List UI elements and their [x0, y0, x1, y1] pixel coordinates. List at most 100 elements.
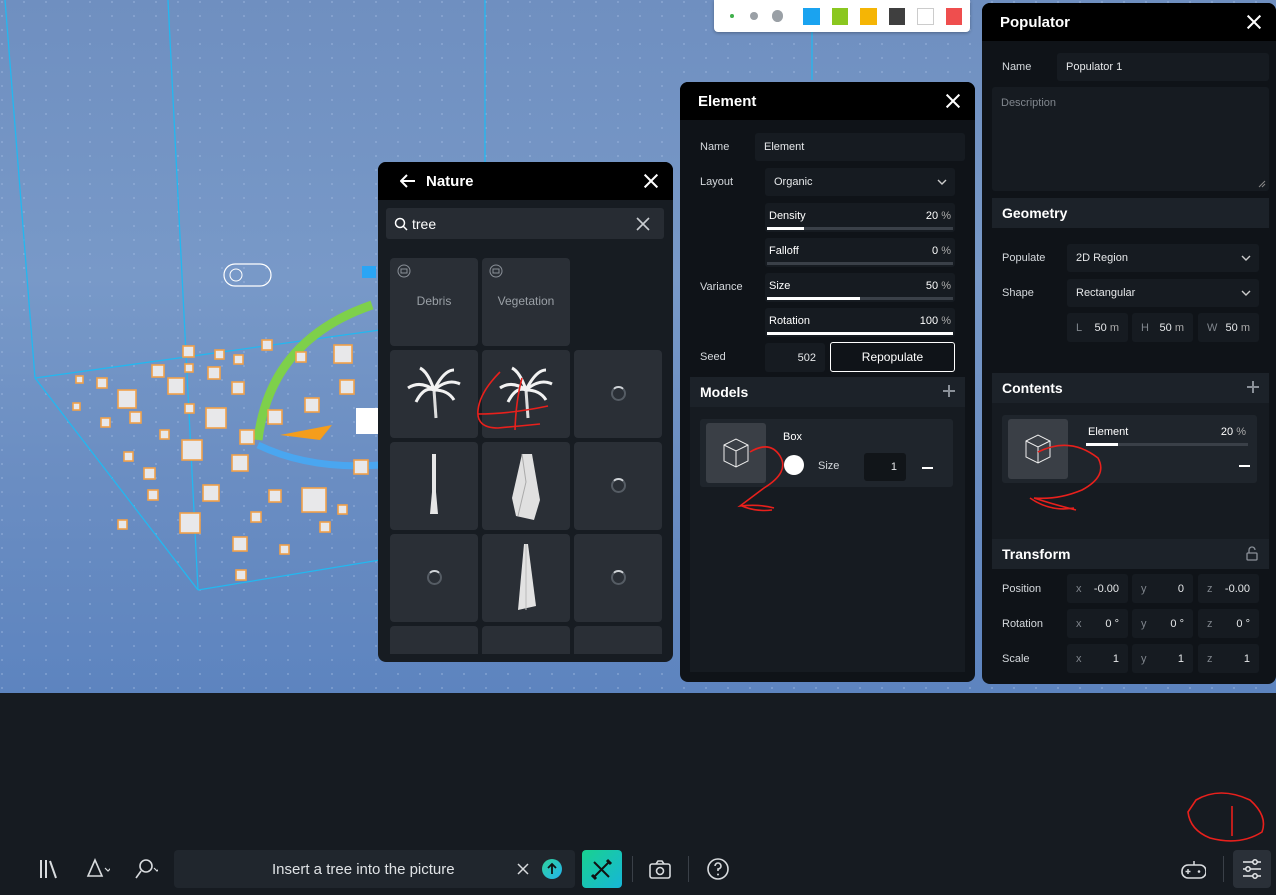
asset-tile-loading[interactable]	[574, 534, 662, 622]
brush-size-small[interactable]	[730, 14, 734, 18]
magic-wand-icon	[590, 858, 613, 881]
clear-search-icon[interactable]	[636, 217, 650, 231]
contents-section-header: Contents	[992, 373, 1269, 403]
content-percentage-slider[interactable]: Element 20 %	[1084, 419, 1250, 448]
close-icon[interactable]	[943, 91, 963, 111]
swatch-red[interactable]	[945, 7, 962, 25]
loading-spinner-icon	[611, 570, 626, 585]
asset-tile[interactable]	[574, 626, 662, 654]
prompt-text[interactable]: Insert a tree into the picture	[272, 861, 455, 878]
add-model-icon[interactable]	[943, 385, 955, 397]
rotation-z-field[interactable]: z0 °	[1198, 609, 1259, 638]
density-fill	[767, 227, 805, 230]
close-icon[interactable]	[1244, 12, 1264, 32]
rotation-x-field[interactable]: x0 °	[1067, 609, 1128, 638]
search-input[interactable]: tree	[412, 216, 436, 232]
folder-tile-debris[interactable]: Debris	[390, 258, 478, 346]
remove-content-icon[interactable]	[1239, 465, 1250, 467]
populator-panel: Populator Name Populator 1 Description G…	[982, 3, 1276, 684]
position-z-field[interactable]: z -0.00	[1198, 574, 1259, 603]
position-label: Position	[1002, 583, 1042, 595]
tree-trunk-icon	[430, 454, 438, 514]
folder-label: Vegetation	[497, 294, 555, 308]
repopulate-button[interactable]: Repopulate	[830, 342, 955, 372]
settings-sliders-button[interactable]	[1233, 850, 1271, 888]
seed-field[interactable]: 502	[765, 343, 825, 372]
lock-icon[interactable]	[1245, 546, 1259, 561]
swatch-yellow[interactable]	[860, 7, 877, 25]
models-title: Models	[700, 384, 749, 400]
resize-handle-icon[interactable]	[1258, 180, 1266, 188]
library-icon[interactable]	[37, 856, 63, 882]
clear-prompt-icon[interactable]	[517, 863, 529, 875]
prompt-input[interactable]: Insert a tree into the picture	[174, 850, 575, 888]
models-list: Box Size 1	[690, 407, 965, 672]
scale-x-field[interactable]: x1	[1067, 644, 1128, 673]
content-item-name: Element	[1088, 426, 1129, 438]
submit-prompt-button[interactable]	[542, 859, 562, 879]
shape-select[interactable]: Rectangular	[1067, 279, 1259, 307]
content-item-value: 20 %	[1220, 426, 1246, 438]
gamepad-icon[interactable]	[1180, 856, 1206, 882]
swatch-blue[interactable]	[803, 7, 820, 25]
back-arrow-icon[interactable]	[399, 174, 416, 188]
brush-size-large[interactable]	[771, 10, 784, 22]
variance-label: Variance	[700, 281, 743, 293]
chevron-down-icon	[1241, 290, 1251, 296]
asset-tile-spire[interactable]	[482, 534, 570, 622]
falloff-slider[interactable]: Falloff 0 %	[765, 238, 955, 267]
folder-label: Debris	[416, 294, 452, 308]
asset-tile[interactable]	[390, 626, 478, 654]
position-y-field[interactable]: y0	[1132, 574, 1193, 603]
help-icon[interactable]	[706, 856, 732, 882]
asset-tile-loading[interactable]	[390, 534, 478, 622]
arrow-up-icon	[547, 862, 557, 874]
populator-panel-header: Populator	[982, 3, 1276, 41]
loading-spinner-icon	[611, 478, 626, 493]
layout-select[interactable]: Organic	[765, 168, 955, 196]
asset-tile-rock-spire[interactable]	[482, 442, 570, 530]
ai-tools-button[interactable]	[582, 850, 622, 888]
dimension-height-field[interactable]: H 50 m	[1132, 313, 1193, 342]
populate-select[interactable]: 2D Region	[1067, 244, 1259, 272]
model-size-field[interactable]: 1	[864, 453, 906, 481]
model-color-dot[interactable]	[784, 455, 804, 475]
description-field[interactable]: Description	[992, 87, 1269, 191]
bottom-toolbar: Insert a tree into the picture	[0, 844, 1276, 895]
rotation-y-field[interactable]: y0 °	[1132, 609, 1193, 638]
toolbar-divider	[1223, 856, 1224, 882]
asset-tile-palm-tree[interactable]	[390, 350, 478, 438]
asset-tile-palm-tree[interactable]	[482, 350, 570, 438]
name-field[interactable]: Element	[755, 133, 965, 161]
brush-size-medium[interactable]	[749, 12, 758, 20]
model-item[interactable]: Box Size 1	[700, 419, 953, 487]
folder-tile-vegetation[interactable]: Vegetation	[482, 258, 570, 346]
size-slider[interactable]: Size 50 %	[765, 273, 955, 302]
asset-tile[interactable]	[482, 626, 570, 654]
dimension-width-field[interactable]: W 50 m	[1198, 313, 1259, 342]
folder-icon	[489, 264, 503, 278]
search-box[interactable]: tree	[386, 208, 664, 239]
scale-y-field[interactable]: y1	[1132, 644, 1193, 673]
density-slider[interactable]: Density 20 %	[765, 203, 955, 232]
asset-tile-loading[interactable]	[574, 442, 662, 530]
close-icon[interactable]	[641, 171, 661, 191]
swatch-dark-gray[interactable]	[888, 7, 906, 25]
geometry-title: Geometry	[1002, 205, 1068, 221]
position-x-field[interactable]: x -0.00	[1067, 574, 1128, 603]
camera-icon[interactable]	[648, 856, 674, 882]
asset-tile-trunk[interactable]	[390, 442, 478, 530]
scale-z-field[interactable]: z1	[1198, 644, 1259, 673]
dimension-length-field[interactable]: L 50 m	[1067, 313, 1128, 342]
rotation-slider[interactable]: Rotation 100 %	[765, 308, 955, 337]
add-content-icon[interactable]	[1247, 381, 1259, 393]
swatch-white[interactable]	[917, 7, 934, 25]
rotation-value: 100 %	[919, 315, 951, 327]
populator-name-field[interactable]: Populator 1	[1057, 53, 1269, 81]
content-item[interactable]: Element 20 %	[1002, 415, 1257, 483]
search-tool-icon[interactable]	[132, 856, 158, 882]
remove-model-icon[interactable]	[922, 467, 933, 469]
swatch-green[interactable]	[831, 7, 849, 25]
asset-tile-loading[interactable]	[574, 350, 662, 438]
shape-tool-icon[interactable]	[84, 856, 110, 882]
